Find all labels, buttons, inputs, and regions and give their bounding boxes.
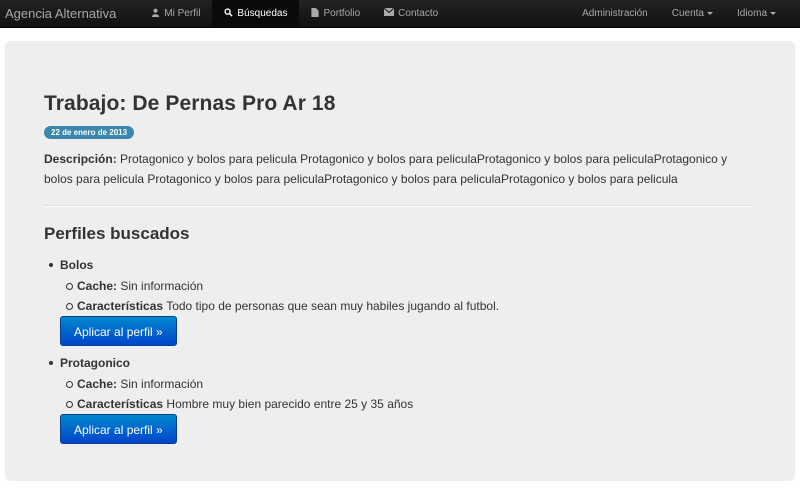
nav-label: Portfolio — [323, 8, 361, 19]
nav-contacto[interactable]: Contacto — [372, 0, 450, 27]
nav-busquedas[interactable]: Búsquedas — [212, 0, 300, 27]
user-icon — [151, 8, 160, 20]
caret-down-icon — [770, 12, 776, 15]
profile-attributes: Cache: Sin información Características H… — [60, 374, 755, 414]
profiles-list: Bolos Cache: Sin información Característ… — [44, 256, 755, 452]
cache-value: Sin información — [120, 279, 204, 293]
account-label: Cuenta — [671, 8, 704, 19]
features-label: Características — [77, 299, 164, 313]
apply-profile-button[interactable]: Aplicar al perfil » — [60, 316, 177, 346]
cache-label: Cache: — [77, 279, 118, 293]
brand-link[interactable]: Agencia Alternativa — [0, 0, 139, 27]
profile-name: Bolos — [60, 258, 94, 272]
profile-item: Protagonico Cache: Sin información Carac… — [49, 354, 755, 452]
main-nav: Mi Perfil Búsquedas Portfolio Contacto — [139, 0, 450, 27]
features-value: Hombre muy bien parecido entre 25 y 35 a… — [166, 397, 414, 411]
language-dropdown[interactable]: Idioma — [725, 0, 788, 27]
cache-value: Sin información — [120, 377, 204, 391]
nav-right: Administración Cuenta Idioma — [570, 0, 800, 27]
nav-label: Contacto — [398, 8, 439, 19]
description-text: Protagonico y bolos para pelicula Protag… — [44, 152, 728, 186]
description-label: Descripción: — [44, 152, 117, 166]
nav-administracion[interactable]: Administración — [570, 0, 660, 27]
features-value: Todo tipo de personas que sean muy habil… — [166, 299, 500, 313]
profile-cache: Cache: Sin información — [66, 276, 755, 296]
top-navbar: Agencia Alternativa Mi Perfil Búsquedas … — [0, 0, 800, 28]
envelope-icon — [383, 7, 395, 19]
nav-label: Mi Perfil — [164, 8, 201, 19]
profile-cache: Cache: Sin información — [66, 374, 755, 394]
features-label: Características — [77, 397, 164, 411]
nav-portfolio[interactable]: Portfolio — [299, 0, 372, 27]
account-dropdown[interactable]: Cuenta — [660, 0, 725, 27]
page-title: Trabajo: De Pernas Pro Ar 18 — [44, 92, 336, 115]
job-panel: Trabajo: De Pernas Pro Ar 18 22 de enero… — [5, 41, 795, 481]
nav-mi-perfil[interactable]: Mi Perfil — [139, 0, 212, 27]
job-description: Descripción: Protagonico y bolos para pe… — [44, 149, 759, 189]
cache-label: Cache: — [77, 377, 118, 391]
nav-label: Búsquedas — [237, 8, 288, 19]
language-label: Idioma — [736, 8, 767, 19]
profile-features: Características Hombre muy bien parecido… — [66, 394, 755, 414]
apply-profile-button[interactable]: Aplicar al perfil » — [60, 414, 177, 444]
search-icon — [224, 7, 234, 20]
profiles-heading: Perfiles buscados — [44, 224, 190, 243]
caret-down-icon — [706, 12, 713, 15]
date-badge: 22 de enero de 2013 — [44, 126, 135, 139]
profile-features: Características Todo tipo de personas qu… — [66, 296, 755, 316]
profile-name: Protagonico — [60, 356, 131, 370]
file-icon — [311, 7, 320, 20]
divider — [44, 205, 754, 207]
profile-attributes: Cache: Sin información Características T… — [60, 276, 755, 316]
profile-item: Bolos Cache: Sin información Característ… — [49, 256, 755, 354]
